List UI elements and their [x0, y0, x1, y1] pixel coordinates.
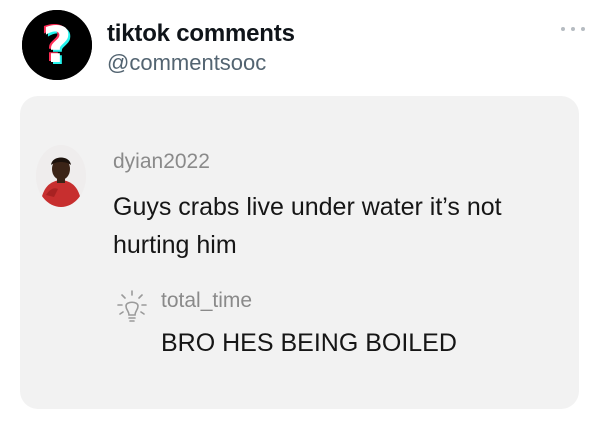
- reply-username[interactable]: total_time: [161, 289, 252, 313]
- comment-card: dyian2022 Guys crabs live under water it…: [20, 96, 579, 409]
- account-name[interactable]: tiktok comments: [107, 20, 295, 48]
- svg-text:?: ?: [42, 16, 71, 74]
- reply-text: BRO HES BEING BOILED: [161, 329, 457, 357]
- post-header: ? ? ? tiktok comments @commentsooc: [14, 10, 585, 80]
- commenter-username[interactable]: dyian2022: [113, 150, 210, 174]
- commenter-avatar[interactable]: [36, 145, 86, 207]
- account-avatar[interactable]: ? ? ?: [22, 10, 92, 80]
- comment-text: Guys crabs live under water it’s not hur…: [113, 193, 502, 259]
- lightbulb-icon: [117, 290, 147, 328]
- account-handle[interactable]: @commentsooc: [107, 50, 266, 76]
- more-options-icon[interactable]: [561, 24, 585, 34]
- question-mark-icon: ? ? ?: [22, 10, 92, 80]
